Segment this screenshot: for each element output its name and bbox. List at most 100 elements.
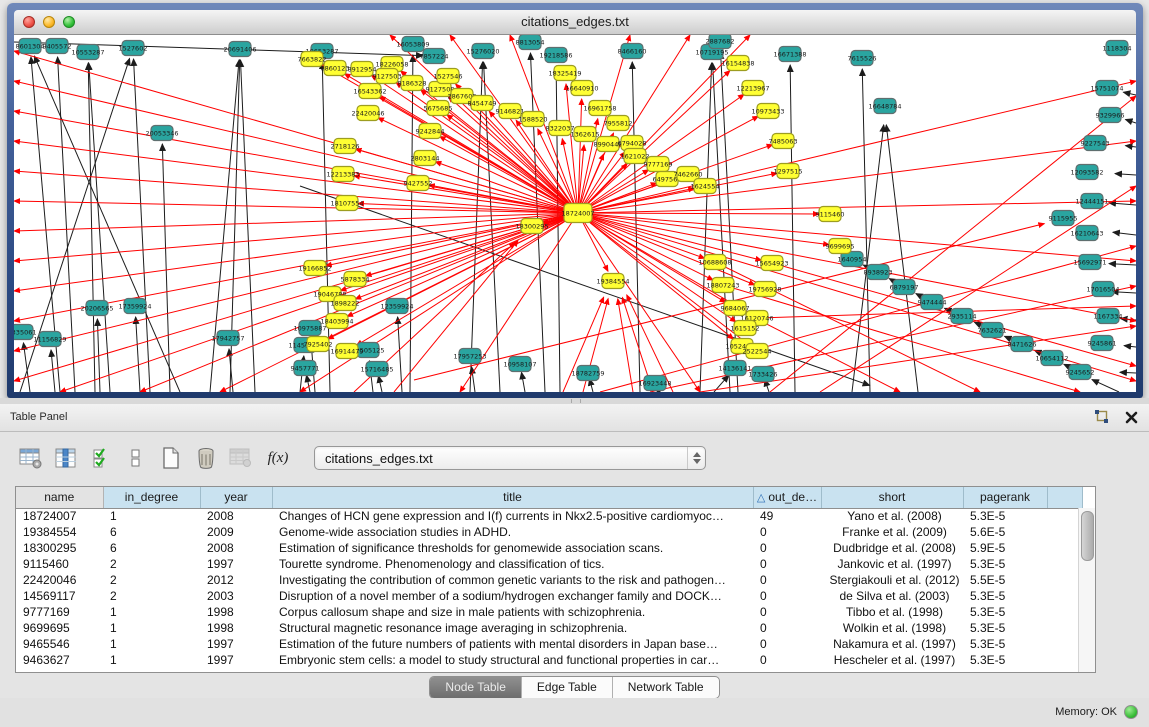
network-node[interactable]: 9405572 xyxy=(43,39,72,54)
table-cell[interactable]: 2009 xyxy=(200,524,272,540)
network-node[interactable]: 9242844 xyxy=(416,124,445,139)
table-cell[interactable]: de Silva et al. (2003) xyxy=(821,588,963,604)
network-node[interactable]: 15716485 xyxy=(360,362,393,377)
show-columns-button[interactable] xyxy=(53,446,79,470)
table-row[interactable]: 1456911722003Disruption of a novel membe… xyxy=(16,588,1082,604)
network-node[interactable]: 8471626 xyxy=(1008,337,1037,352)
network-node[interactable]: 12213967 xyxy=(736,81,769,96)
table-cell[interactable] xyxy=(1047,540,1082,556)
network-node[interactable]: 9115460 xyxy=(816,207,845,222)
network-node[interactable]: 5878334 xyxy=(341,272,370,287)
table-cell[interactable]: Corpus callosum shape and size in male p… xyxy=(272,604,753,620)
tab-edge-table[interactable]: Edge Table xyxy=(521,677,612,698)
network-node[interactable]: 1362615 xyxy=(571,127,600,142)
float-panel-button[interactable] xyxy=(1093,409,1109,425)
table-cell[interactable]: 1998 xyxy=(200,620,272,636)
table-cell[interactable]: 5.9E-5 xyxy=(963,540,1047,556)
table-cell[interactable]: 1997 xyxy=(200,556,272,572)
network-node[interactable]: 18325419 xyxy=(548,66,581,81)
close-button[interactable] xyxy=(23,16,35,28)
table-cell[interactable]: 0 xyxy=(753,556,821,572)
table-cell[interactable]: Jankovic et al. (1997) xyxy=(821,556,963,572)
minimize-button[interactable] xyxy=(43,16,55,28)
network-node[interactable]: 10553287 xyxy=(71,45,104,60)
table-cell[interactable]: 0 xyxy=(753,572,821,588)
network-node[interactable]: 1118304 xyxy=(1103,41,1132,56)
network-window[interactable]: citations_edges.txt 86013049405572105532… xyxy=(7,3,1143,398)
network-node[interactable]: 7955812 xyxy=(604,116,633,131)
network-node[interactable]: 1297515 xyxy=(774,164,803,179)
network-node[interactable]: 20691406 xyxy=(223,42,256,57)
table-cell[interactable] xyxy=(1047,508,1082,524)
network-node[interactable]: 9684067 xyxy=(721,301,750,316)
zoom-button[interactable] xyxy=(63,16,75,28)
select-all-button[interactable] xyxy=(88,446,114,470)
table-cell[interactable]: 2008 xyxy=(200,540,272,556)
table-cell[interactable]: Embryonic stem cells: a model to study s… xyxy=(272,652,753,668)
column-header-out-degree[interactable]: △out_de… xyxy=(753,487,821,508)
network-canvas[interactable]: 8601304940557210553287152760220691406106… xyxy=(14,35,1136,392)
table-cell[interactable]: 1 xyxy=(103,636,200,652)
table-cell[interactable] xyxy=(1047,636,1082,652)
network-node[interactable]: 17359924 xyxy=(118,299,151,314)
network-node[interactable]: 7857224 xyxy=(420,49,449,64)
network-node[interactable]: 15751074 xyxy=(1090,81,1123,96)
table-cell[interactable]: Nakamura et al. (1997) xyxy=(821,636,963,652)
network-window-titlebar[interactable]: citations_edges.txt xyxy=(14,10,1136,35)
column-header-short[interactable]: short xyxy=(821,487,963,508)
table-cell[interactable] xyxy=(1047,652,1082,668)
table-row[interactable]: 1872400712008Changes of HCN gene express… xyxy=(16,508,1082,524)
column-header-year[interactable]: year xyxy=(200,487,272,508)
network-node[interactable]: 8186328 xyxy=(398,76,427,91)
network-node[interactable]: 18782759 xyxy=(571,366,604,381)
table-row[interactable]: 946362711997Embryonic stem cells: a mode… xyxy=(16,652,1082,668)
network-node[interactable]: 8466160 xyxy=(618,44,647,59)
table-cell[interactable]: 1998 xyxy=(200,604,272,620)
network-node[interactable]: 9115955 xyxy=(1049,211,1078,226)
table-cell[interactable]: 18300295 xyxy=(16,540,103,556)
network-node[interactable]: 18724007 xyxy=(561,204,594,223)
table-row[interactable]: 946554611997Estimation of the future num… xyxy=(16,636,1082,652)
network-node[interactable]: 9329966 xyxy=(1096,108,1125,123)
network-node[interactable]: 20053346 xyxy=(145,126,178,141)
network-node[interactable]: 17942757 xyxy=(211,331,244,346)
network-node[interactable]: 15276020 xyxy=(466,44,499,59)
table-settings-button[interactable] xyxy=(18,446,44,470)
network-node[interactable]: 10958107 xyxy=(503,357,536,372)
table-cell[interactable]: Genome-wide association studies in ADHD. xyxy=(272,524,753,540)
table-cell[interactable]: Dudbridge et al. (2008) xyxy=(821,540,963,556)
table-cell[interactable]: 49 xyxy=(753,508,821,524)
table-cell[interactable] xyxy=(1047,524,1082,540)
table-cell[interactable]: 2 xyxy=(103,572,200,588)
network-node[interactable]: 9699695 xyxy=(826,239,855,254)
table-cell[interactable]: 0 xyxy=(753,588,821,604)
network-node[interactable]: 12444151 xyxy=(1075,194,1108,209)
table-cell[interactable]: 5.3E-5 xyxy=(963,508,1047,524)
table-cell[interactable]: 0 xyxy=(753,620,821,636)
table-cell[interactable]: 2 xyxy=(103,556,200,572)
network-node[interactable]: 7925402 xyxy=(304,337,333,352)
network-node[interactable]: 1527546 xyxy=(434,69,463,84)
table-cell[interactable]: Franke et al. (2009) xyxy=(821,524,963,540)
create-column-button[interactable] xyxy=(158,446,184,470)
table-cell[interactable]: 1997 xyxy=(200,636,272,652)
table-row[interactable]: 2242004622012Investigating the contribut… xyxy=(16,572,1082,588)
network-node[interactable]: 19384554 xyxy=(596,274,629,289)
network-node[interactable]: 9777169 xyxy=(644,157,673,172)
table-cell[interactable]: 5.3E-5 xyxy=(963,636,1047,652)
table-cell[interactable]: 5.3E-5 xyxy=(963,620,1047,636)
table-cell[interactable]: 6 xyxy=(103,540,200,556)
network-node[interactable]: 16648784 xyxy=(868,99,901,114)
table-cell[interactable]: 1 xyxy=(103,508,200,524)
network-node[interactable]: 17016504 xyxy=(1086,282,1119,297)
table-cell[interactable]: Changes of HCN gene expression and I(f) … xyxy=(272,508,753,524)
deselect-all-button[interactable] xyxy=(123,446,149,470)
table-cell[interactable]: 1 xyxy=(103,604,200,620)
table-row[interactable]: 1938455462009Genome-wide association stu… xyxy=(16,524,1082,540)
table-cell[interactable]: 0 xyxy=(753,652,821,668)
table-cell[interactable]: 9777169 xyxy=(16,604,103,620)
table-cell[interactable]: 22420046 xyxy=(16,572,103,588)
table-scrollbar-thumb[interactable] xyxy=(1081,511,1094,561)
table-cell[interactable] xyxy=(1047,620,1082,636)
network-node[interactable]: 9227543 xyxy=(1081,136,1110,151)
